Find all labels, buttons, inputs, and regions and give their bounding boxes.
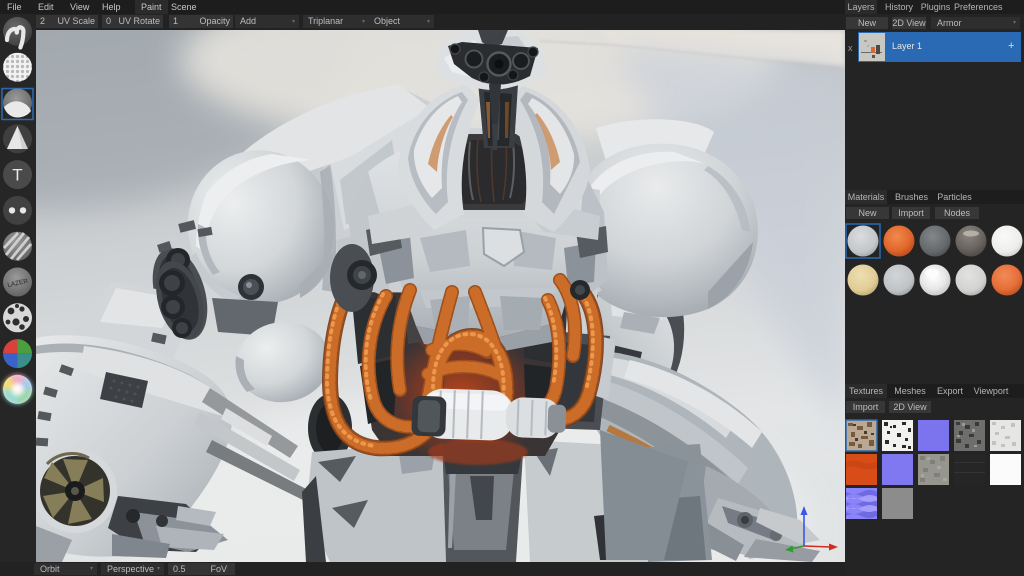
svg-text:T: T (12, 166, 22, 185)
